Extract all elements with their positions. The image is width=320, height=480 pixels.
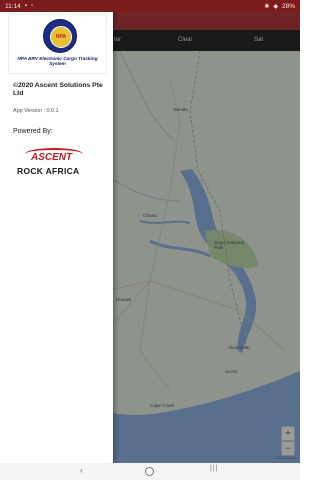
home-button[interactable] bbox=[145, 467, 154, 476]
ascent-rock-africa-logo: ASCENT ROCK AFRICA bbox=[15, 148, 100, 190]
back-button[interactable]: ‹ bbox=[80, 465, 83, 475]
cast-icon: ▫ bbox=[30, 3, 34, 9]
npa-seal-icon: NPA bbox=[43, 19, 77, 53]
bluetooth-icon: ✱ bbox=[264, 3, 270, 10]
wifi-icon: ◆ bbox=[273, 3, 278, 10]
seal-text: NPA bbox=[55, 34, 67, 40]
system-nav-bar: ‹ ||| bbox=[0, 463, 300, 480]
navigation-drawer: NPA NPA BRV Electronic Cargo Tracking Sy… bbox=[0, 12, 113, 463]
battery-level: 28% bbox=[281, 2, 295, 10]
app-version-text: App Version : 0.0.1 bbox=[13, 108, 59, 114]
powered-by-label: Powered By: bbox=[13, 128, 53, 135]
status-time: 11:14 bbox=[5, 2, 21, 10]
brand-bottom-word: ROCK AFRICA bbox=[17, 166, 80, 176]
copyright-text: ©2020 Ascent Solutions Pte Ltd bbox=[13, 82, 103, 97]
status-bar: 11:14 ▪ ▫ ✱ ◆ 28% bbox=[0, 0, 300, 12]
seal-inner: NPA bbox=[50, 26, 72, 48]
recent-apps-button[interactable]: ||| bbox=[210, 465, 218, 472]
brand-top-word: ASCENT bbox=[31, 152, 73, 163]
notification-icon: ▪ bbox=[24, 3, 27, 9]
npa-logo: NPA NPA BRV Electronic Cargo Tracking Sy… bbox=[8, 14, 107, 74]
logo-caption: NPA BRV Electronic Cargo Tracking System bbox=[17, 56, 98, 66]
